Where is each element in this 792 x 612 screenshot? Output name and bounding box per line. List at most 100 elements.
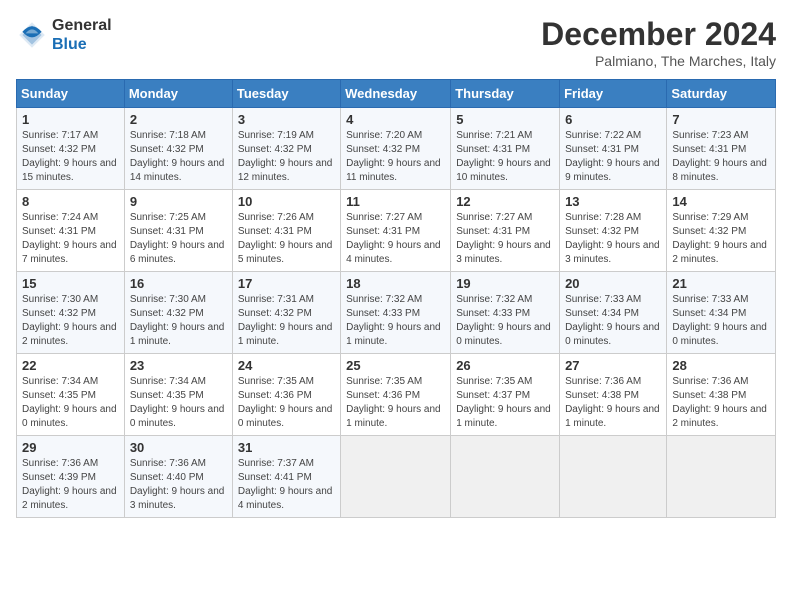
weekday-saturday: Saturday bbox=[667, 80, 776, 108]
weekday-monday: Monday bbox=[124, 80, 232, 108]
day-info: Sunrise: 7:36 AM Sunset: 4:40 PM Dayligh… bbox=[130, 457, 227, 513]
calendar-week-4: 22 Sunrise: 7:34 AM Sunset: 4:35 PM Dayli… bbox=[17, 354, 776, 436]
day-number: 30 bbox=[130, 440, 227, 455]
calendar-cell: 11 Sunrise: 7:27 AM Sunset: 4:31 PM Dayli… bbox=[341, 190, 451, 272]
day-info: Sunrise: 7:20 AM Sunset: 4:32 PM Dayligh… bbox=[346, 129, 445, 185]
day-number: 21 bbox=[672, 276, 770, 291]
calendar-cell: 12 Sunrise: 7:27 AM Sunset: 4:31 PM Dayli… bbox=[451, 190, 560, 272]
calendar-cell: 27 Sunrise: 7:36 AM Sunset: 4:38 PM Dayli… bbox=[560, 354, 667, 436]
calendar-cell: 7 Sunrise: 7:23 AM Sunset: 4:31 PM Daylig… bbox=[667, 108, 776, 190]
weekday-wednesday: Wednesday bbox=[341, 80, 451, 108]
calendar-cell: 5 Sunrise: 7:21 AM Sunset: 4:31 PM Daylig… bbox=[451, 108, 560, 190]
day-info: Sunrise: 7:34 AM Sunset: 4:35 PM Dayligh… bbox=[130, 375, 227, 431]
day-number: 20 bbox=[565, 276, 661, 291]
day-info: Sunrise: 7:32 AM Sunset: 4:33 PM Dayligh… bbox=[346, 293, 445, 349]
calendar-cell: 10Sunrise: 7:26 AM Sunset: 4:31 PM Dayli… bbox=[232, 190, 340, 272]
day-number: 12 bbox=[456, 194, 554, 209]
calendar-cell bbox=[451, 436, 560, 518]
day-info: Sunrise: 7:30 AM Sunset: 4:32 PM Dayligh… bbox=[130, 293, 227, 349]
day-number: 15 bbox=[22, 276, 119, 291]
calendar-cell: 17 Sunrise: 7:31 AM Sunset: 4:32 PM Dayli… bbox=[232, 272, 340, 354]
day-info: Sunrise: 7:22 AM Sunset: 4:31 PM Dayligh… bbox=[565, 129, 661, 185]
day-number: 5 bbox=[456, 112, 554, 127]
calendar-cell: 1Sunrise: 7:17 AM Sunset: 4:32 PM Daylig… bbox=[17, 108, 125, 190]
calendar-body: 1Sunrise: 7:17 AM Sunset: 4:32 PM Daylig… bbox=[17, 108, 776, 518]
day-number: 6 bbox=[565, 112, 661, 127]
calendar-cell: 30 Sunrise: 7:36 AM Sunset: 4:40 PM Dayli… bbox=[124, 436, 232, 518]
calendar-cell: 3Sunrise: 7:19 AM Sunset: 4:32 PM Daylig… bbox=[232, 108, 340, 190]
calendar-cell: 26 Sunrise: 7:35 AM Sunset: 4:37 PM Dayli… bbox=[451, 354, 560, 436]
day-number: 17 bbox=[238, 276, 335, 291]
weekday-friday: Friday bbox=[560, 80, 667, 108]
calendar-cell: 13 Sunrise: 7:28 AM Sunset: 4:32 PM Dayli… bbox=[560, 190, 667, 272]
calendar-cell: 21 Sunrise: 7:33 AM Sunset: 4:34 PM Dayli… bbox=[667, 272, 776, 354]
title-block: December 2024 Palmiano, The Marches, Ita… bbox=[541, 16, 776, 69]
day-number: 16 bbox=[130, 276, 227, 291]
day-info: Sunrise: 7:30 AM Sunset: 4:32 PM Dayligh… bbox=[22, 293, 119, 349]
calendar-cell: 6 Sunrise: 7:22 AM Sunset: 4:31 PM Daylig… bbox=[560, 108, 667, 190]
day-info: Sunrise: 7:36 AM Sunset: 4:39 PM Dayligh… bbox=[22, 457, 119, 513]
day-info: Sunrise: 7:35 AM Sunset: 4:37 PM Dayligh… bbox=[456, 375, 554, 431]
calendar-cell: 9Sunrise: 7:25 AM Sunset: 4:31 PM Daylig… bbox=[124, 190, 232, 272]
day-info: Sunrise: 7:21 AM Sunset: 4:31 PM Dayligh… bbox=[456, 129, 554, 185]
day-info: Sunrise: 7:33 AM Sunset: 4:34 PM Dayligh… bbox=[565, 293, 661, 349]
day-number: 13 bbox=[565, 194, 661, 209]
day-number: 2 bbox=[130, 112, 227, 127]
calendar-cell: 14Sunrise: 7:29 AM Sunset: 4:32 PM Dayli… bbox=[667, 190, 776, 272]
day-number: 1 bbox=[22, 112, 119, 127]
day-info: Sunrise: 7:27 AM Sunset: 4:31 PM Dayligh… bbox=[456, 211, 554, 267]
calendar-week-1: 1Sunrise: 7:17 AM Sunset: 4:32 PM Daylig… bbox=[17, 108, 776, 190]
day-number: 22 bbox=[22, 358, 119, 373]
day-number: 9 bbox=[130, 194, 227, 209]
day-number: 18 bbox=[346, 276, 445, 291]
calendar-week-5: 29 Sunrise: 7:36 AM Sunset: 4:39 PM Dayli… bbox=[17, 436, 776, 518]
logo: General Blue bbox=[16, 16, 112, 54]
day-number: 25 bbox=[346, 358, 445, 373]
calendar-cell bbox=[341, 436, 451, 518]
day-number: 29 bbox=[22, 440, 119, 455]
calendar-cell: 2 Sunrise: 7:18 AM Sunset: 4:32 PM Daylig… bbox=[124, 108, 232, 190]
day-info: Sunrise: 7:36 AM Sunset: 4:38 PM Dayligh… bbox=[672, 375, 770, 431]
calendar-header: SundayMondayTuesdayWednesdayThursdayFrid… bbox=[17, 80, 776, 108]
day-number: 7 bbox=[672, 112, 770, 127]
day-info: Sunrise: 7:28 AM Sunset: 4:32 PM Dayligh… bbox=[565, 211, 661, 267]
day-info: Sunrise: 7:34 AM Sunset: 4:35 PM Dayligh… bbox=[22, 375, 119, 431]
day-number: 11 bbox=[346, 194, 445, 209]
calendar-table: SundayMondayTuesdayWednesdayThursdayFrid… bbox=[16, 79, 776, 518]
day-info: Sunrise: 7:35 AM Sunset: 4:36 PM Dayligh… bbox=[346, 375, 445, 431]
day-number: 27 bbox=[565, 358, 661, 373]
day-number: 19 bbox=[456, 276, 554, 291]
day-number: 4 bbox=[346, 112, 445, 127]
weekday-sunday: Sunday bbox=[17, 80, 125, 108]
calendar-cell: 23 Sunrise: 7:34 AM Sunset: 4:35 PM Dayli… bbox=[124, 354, 232, 436]
day-info: Sunrise: 7:31 AM Sunset: 4:32 PM Dayligh… bbox=[238, 293, 335, 349]
weekday-thursday: Thursday bbox=[451, 80, 560, 108]
calendar-cell: 29 Sunrise: 7:36 AM Sunset: 4:39 PM Dayli… bbox=[17, 436, 125, 518]
day-number: 8 bbox=[22, 194, 119, 209]
month-title: December 2024 bbox=[541, 16, 776, 53]
day-number: 28 bbox=[672, 358, 770, 373]
day-info: Sunrise: 7:33 AM Sunset: 4:34 PM Dayligh… bbox=[672, 293, 770, 349]
day-info: Sunrise: 7:32 AM Sunset: 4:33 PM Dayligh… bbox=[456, 293, 554, 349]
calendar-cell: 18 Sunrise: 7:32 AM Sunset: 4:33 PM Dayli… bbox=[341, 272, 451, 354]
day-info: Sunrise: 7:37 AM Sunset: 4:41 PM Dayligh… bbox=[238, 457, 335, 513]
calendar-week-3: 15 Sunrise: 7:30 AM Sunset: 4:32 PM Dayli… bbox=[17, 272, 776, 354]
day-number: 31 bbox=[238, 440, 335, 455]
calendar-cell: 25 Sunrise: 7:35 AM Sunset: 4:36 PM Dayli… bbox=[341, 354, 451, 436]
calendar-cell: 8 Sunrise: 7:24 AM Sunset: 4:31 PM Daylig… bbox=[17, 190, 125, 272]
calendar-cell: 19 Sunrise: 7:32 AM Sunset: 4:33 PM Dayli… bbox=[451, 272, 560, 354]
weekday-tuesday: Tuesday bbox=[232, 80, 340, 108]
day-info: Sunrise: 7:27 AM Sunset: 4:31 PM Dayligh… bbox=[346, 211, 445, 267]
page-header: General Blue December 2024 Palmiano, The… bbox=[16, 16, 776, 69]
day-info: Sunrise: 7:18 AM Sunset: 4:32 PM Dayligh… bbox=[130, 129, 227, 185]
day-number: 26 bbox=[456, 358, 554, 373]
location: Palmiano, The Marches, Italy bbox=[541, 53, 776, 69]
day-info: Sunrise: 7:36 AM Sunset: 4:38 PM Dayligh… bbox=[565, 375, 661, 431]
logo-text: General Blue bbox=[52, 16, 112, 54]
day-number: 14 bbox=[672, 194, 770, 209]
day-info: Sunrise: 7:23 AM Sunset: 4:31 PM Dayligh… bbox=[672, 129, 770, 185]
day-info: Sunrise: 7:24 AM Sunset: 4:31 PM Dayligh… bbox=[22, 211, 119, 267]
day-info: Sunrise: 7:19 AM Sunset: 4:32 PM Dayligh… bbox=[238, 129, 335, 185]
logo-icon bbox=[16, 19, 48, 51]
day-number: 23 bbox=[130, 358, 227, 373]
